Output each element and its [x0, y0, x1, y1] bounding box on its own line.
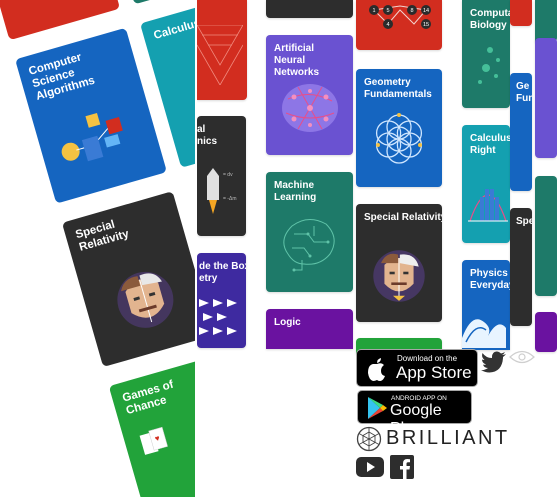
card-title: Fun [516, 93, 532, 104]
card-title: etry [199, 273, 218, 284]
card-blue-edge[interactable]: Ge Fun [510, 73, 532, 191]
svg-text:= -Δm: = -Δm [223, 196, 236, 202]
card-biology-edge[interactable] [535, 0, 557, 42]
card-special-edge[interactable]: Spe [510, 208, 532, 326]
brain-network-icon [282, 84, 338, 132]
card-title: Geometry Fundamentals [364, 77, 432, 100]
card-title: Right [470, 145, 496, 156]
tilted-card-cs-algorithms[interactable]: Computer Science Algorithms [15, 27, 167, 204]
app-store-badge[interactable]: Download on the App Store [356, 349, 478, 387]
card-classical-mechanics[interactable]: al nics = dv = -Δm [197, 116, 246, 236]
wave-icon [462, 319, 506, 348]
card-number: 14 [423, 8, 429, 14]
arrows-pattern-icon [199, 299, 237, 335]
card-title: Spe [516, 216, 532, 227]
card-title: Machine Learning [274, 180, 317, 203]
card-outside-the-box[interactable]: de the Box etry [197, 253, 246, 348]
card-title: de the Box [199, 261, 246, 272]
card-title: Special Relativity [74, 218, 131, 254]
card-title: Special Relativity [364, 212, 442, 223]
card-number: 1 [372, 8, 375, 14]
card-number-puzzle[interactable]: 1 5 8 14 4 15 [356, 0, 442, 50]
card-title: Games of Chance [121, 378, 175, 418]
brand-wordmark: BRILLIANT [386, 427, 510, 449]
card-machine-learning[interactable]: Machine Learning [266, 172, 353, 292]
card-geometry-fundamentals[interactable]: Geometry Fundamentals [356, 69, 442, 187]
card-title: Everyday [470, 280, 510, 291]
card-title: Ge [516, 81, 530, 92]
card-title: Computer Science Algorithms [27, 51, 97, 103]
youtube-icon[interactable] [356, 456, 384, 478]
apple-icon [368, 358, 385, 381]
circuit-brain-icon [283, 219, 335, 272]
card-title: al [197, 124, 206, 135]
card-purple-edge[interactable] [535, 38, 557, 158]
integral-graph-icon [468, 189, 508, 222]
app-showcase: 2 3 12 8 14 4 Computer Science Algorithm… [0, 0, 557, 497]
card-title: Physics o [470, 268, 510, 279]
biology-dots-icon [478, 47, 500, 84]
triangle-pattern-icon [197, 25, 243, 85]
card-computational-biology[interactable]: Computational Biology [462, 0, 510, 108]
panel-divider [195, 0, 197, 497]
eye-icon[interactable] [509, 350, 535, 364]
card-title: Artificial Neural Networks [274, 43, 320, 78]
algorithm-blocks-icon [61, 112, 123, 162]
google-play-badge[interactable]: ANDROID APP ON Google Play [357, 390, 472, 437]
card-title: nics [197, 136, 218, 147]
card-artificial-neural-networks[interactable]: Artificial Neural Networks [266, 35, 353, 155]
card-special-relativity[interactable]: Special Relativity [356, 204, 442, 322]
card-top-dark[interactable] [266, 0, 353, 18]
card-title: Calculus [470, 133, 510, 144]
card-physics-of-everyday[interactable]: Physics o Everyday [462, 260, 510, 350]
einstein-face-icon [117, 271, 174, 328]
flower-of-life-icon [375, 113, 423, 164]
card-number: 5 [386, 8, 389, 14]
app-store-title: App Store [396, 363, 472, 382]
card-red-edge[interactable] [510, 0, 532, 26]
rocket-icon: = dv = -Δm [207, 168, 236, 214]
facebook-icon[interactable] [390, 455, 414, 479]
app-store-caption: Download on the [397, 354, 458, 363]
card-teal-edge[interactable] [535, 176, 557, 296]
brilliant-logo-icon [356, 426, 382, 452]
card-violet-edge[interactable] [535, 312, 557, 352]
card-number: 8 [410, 8, 413, 14]
card-title: Logic [274, 317, 301, 328]
card-number: 4 [386, 22, 389, 28]
card-geometry-pattern[interactable] [197, 0, 247, 100]
play-icon [368, 397, 387, 419]
number-tree-icon: 1 5 8 14 4 15 [369, 5, 431, 29]
card-title: Computational Biology [470, 8, 510, 31]
svg-text:= dv: = dv [223, 172, 233, 178]
card-calculus-done-right[interactable]: Calculus Right [462, 125, 510, 243]
card-logic[interactable]: Logic [266, 309, 353, 349]
twitter-icon[interactable] [481, 351, 507, 373]
einstein-face-icon [373, 250, 425, 302]
number-tree-icon: 2 3 12 8 14 4 [0, 0, 108, 19]
cards-icon: ♥ [139, 426, 168, 455]
tilted-card-special-relativity[interactable]: Special Relativity [61, 191, 214, 368]
card-number: 15 [423, 22, 429, 28]
